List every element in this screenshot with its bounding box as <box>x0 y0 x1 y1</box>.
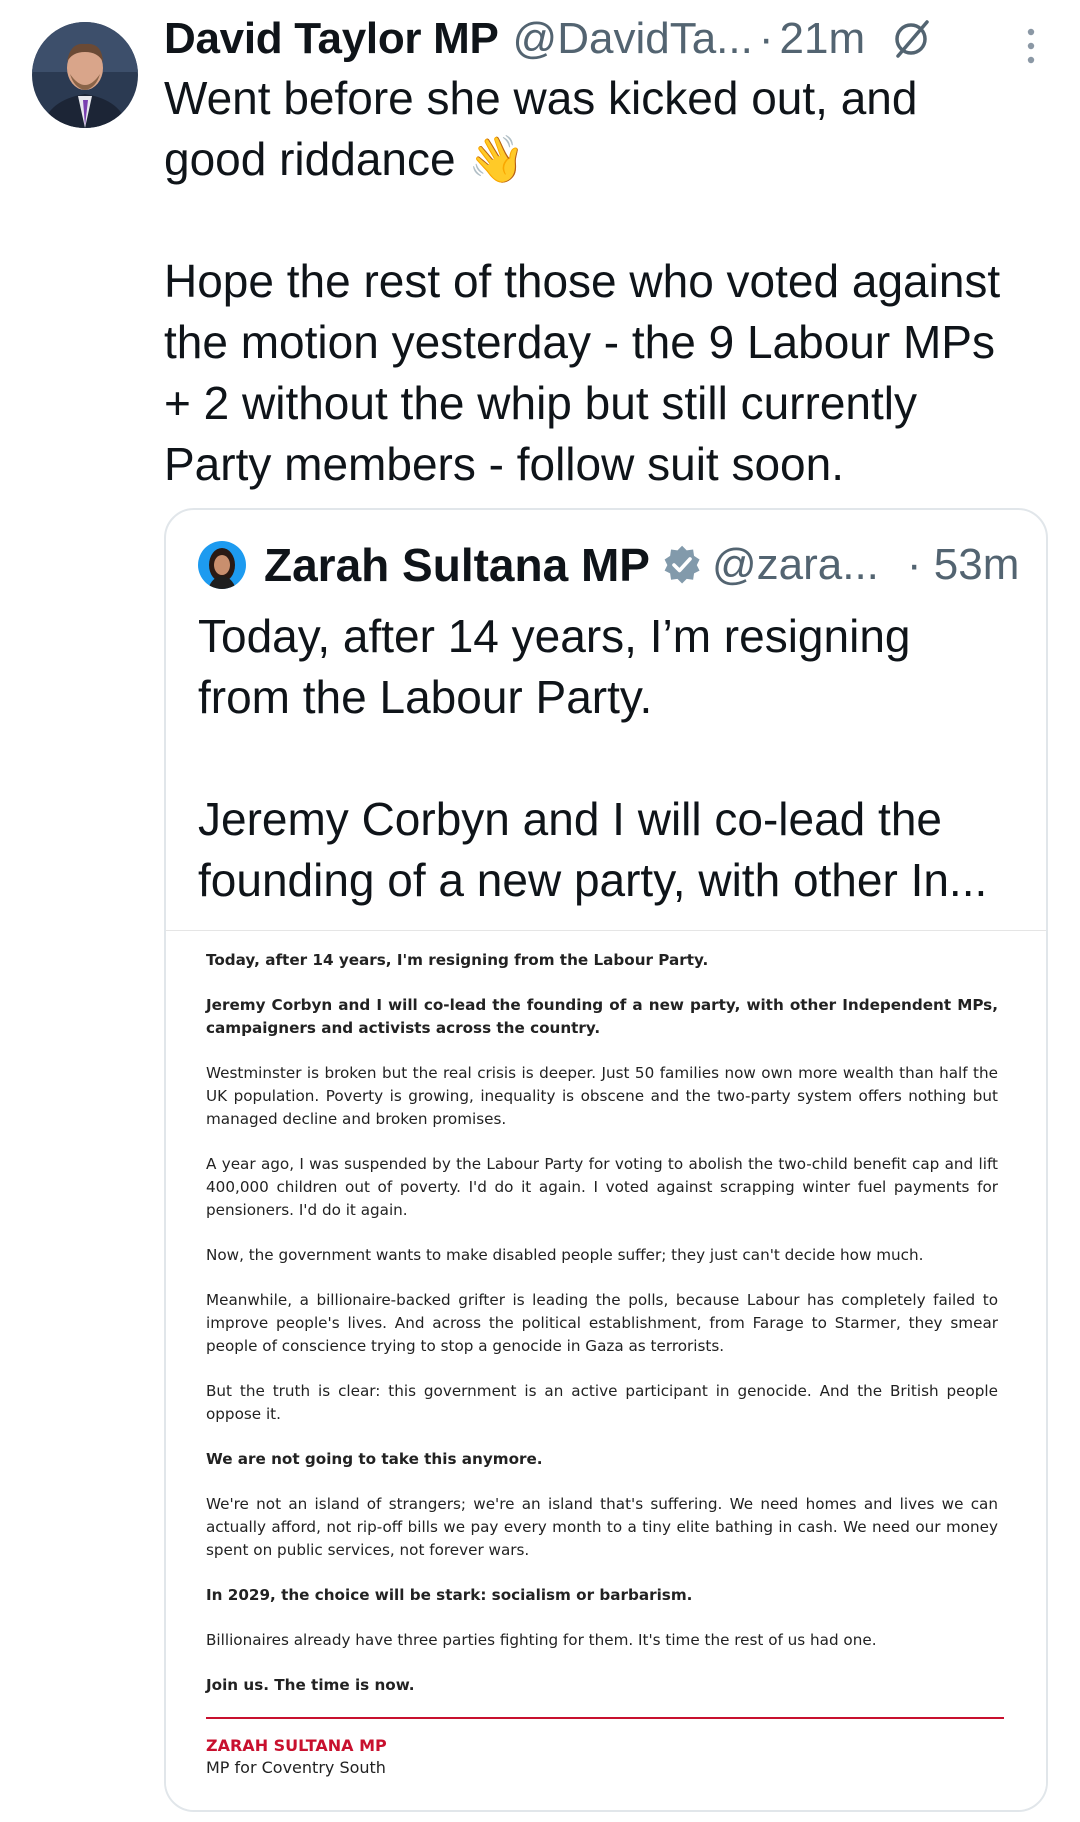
quoted-tweet-text: Today, after 14 years, I’m resigning fro… <box>198 610 988 906</box>
quoted-tweet[interactable]: Zarah Sultana MP @zara... · 53m Today, a… <box>164 508 1048 1812</box>
author-handle[interactable]: @DavidTa... <box>513 14 753 64</box>
letter-paragraph: Billionaires already have three parties … <box>206 1631 877 1649</box>
quoted-tweet-header: Zarah Sultana MP @zara... · 53m <box>198 538 1019 592</box>
letter-paragraph: Now, the government wants to make disabl… <box>206 1246 924 1264</box>
letter-paragraph: But the truth is clear: this government … <box>206 1382 998 1423</box>
letter-paragraph: We are not going to take this anymore. <box>206 1450 543 1468</box>
letter-paragraph: We're not an island of strangers; we're … <box>206 1495 998 1559</box>
letter-paragraph: Today, after 14 years, I'm resigning fro… <box>206 951 709 969</box>
signature-role: MP for Coventry South <box>206 1758 386 1777</box>
tweet: David Taylor MP @DavidTa... · 21m Went b… <box>164 14 1054 495</box>
tweet-time[interactable]: 21m <box>780 14 866 64</box>
verified-badge-icon <box>660 543 704 587</box>
letter-paragraph: Join us. The time is now. <box>206 1676 415 1694</box>
separator-dot: · <box>758 14 774 63</box>
author-name[interactable]: David Taylor MP <box>164 14 499 64</box>
attached-letter-image[interactable]: Today, after 14 years, I'm resigning fro… <box>166 930 1046 1810</box>
letter-paragraph: Westminster is broken but the real crisi… <box>206 1064 998 1128</box>
letter-paragraph: Meanwhile, a billionaire-backed grifter … <box>206 1291 998 1355</box>
quoted-author-avatar <box>198 541 246 589</box>
tweet-text: Went before she was kicked out, and good… <box>164 72 1001 490</box>
letter-paragraph: Jeremy Corbyn and I will co-lead the fou… <box>206 996 998 1037</box>
more-icon[interactable] <box>1024 24 1038 68</box>
quoted-author-name: Zarah Sultana MP <box>264 539 650 591</box>
quoted-author-handle: @zara... <box>711 540 879 589</box>
signature-name: ZARAH SULTANA MP <box>206 1736 387 1755</box>
letter-paragraph: A year ago, I was suspended by the Labou… <box>206 1155 998 1219</box>
grok-icon[interactable] <box>891 19 931 59</box>
tweet-header: David Taylor MP @DavidTa... · 21m <box>164 14 1054 64</box>
signature-divider <box>206 1717 1004 1719</box>
quoted-tweet-time: · 53m <box>906 540 1020 589</box>
author-avatar[interactable] <box>32 22 138 128</box>
letter-paragraph: In 2029, the choice will be stark: socia… <box>206 1586 693 1604</box>
